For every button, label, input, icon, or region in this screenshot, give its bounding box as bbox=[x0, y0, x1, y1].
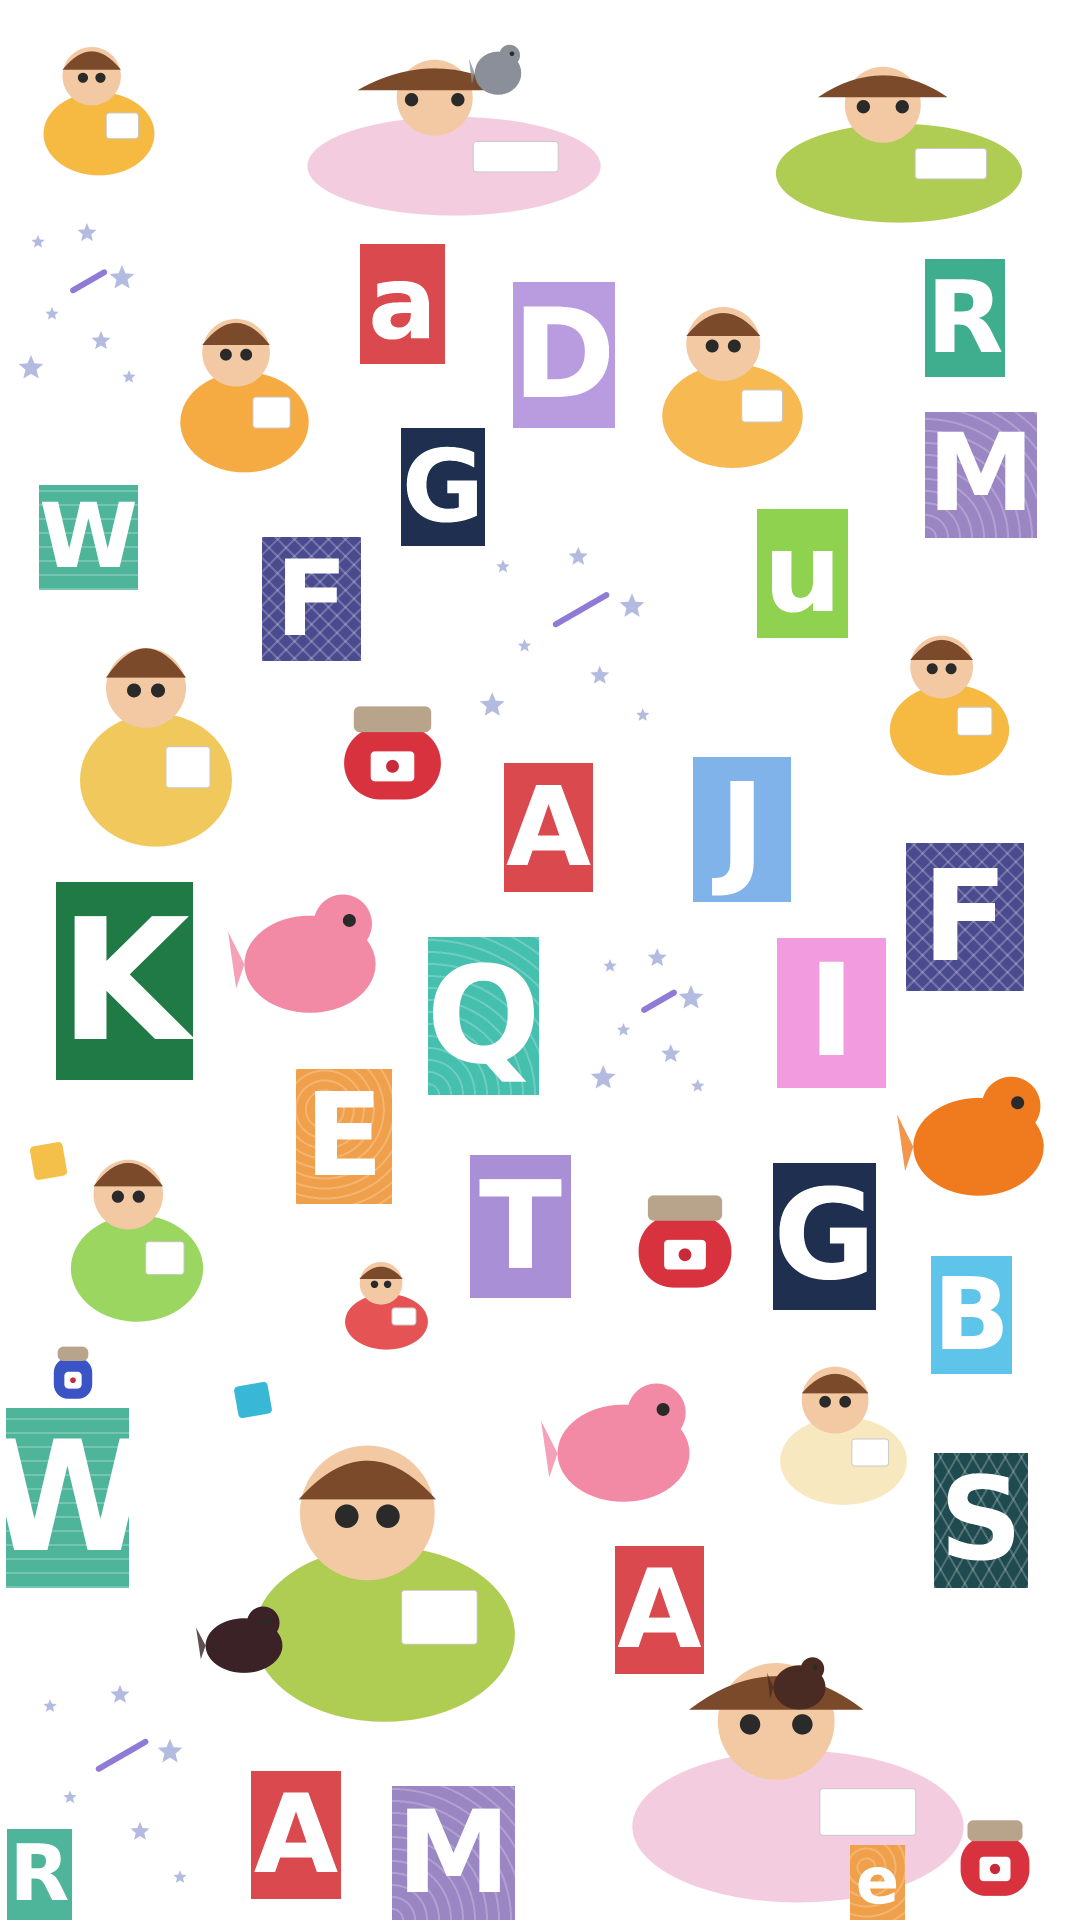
letter-block-p-icon bbox=[234, 1381, 272, 1419]
green-dragon-with-child-icon bbox=[213, 1405, 556, 1742]
magnifier-icon bbox=[49, 1343, 97, 1403]
stars-and-pencils-icon bbox=[583, 942, 718, 1102]
alphabet-wallpaper: aDRGMWFuAJFKQIETGBWSAAMRe bbox=[0, 0, 1080, 1920]
tile-letter: Q bbox=[428, 937, 539, 1094]
letter-tile-f: F bbox=[262, 537, 361, 661]
letter-tile-u: u bbox=[757, 509, 848, 638]
stars-and-pencils-icon bbox=[10, 215, 150, 395]
letter-tile-k: K bbox=[56, 882, 193, 1080]
letter-tile-a: a bbox=[360, 244, 445, 364]
tile-letter: R bbox=[9, 1829, 70, 1919]
tile-letter: W bbox=[39, 485, 138, 589]
boy-reading-sun-book-icon bbox=[760, 1346, 927, 1515]
letter-tile-a: A bbox=[251, 1771, 341, 1899]
letter-block-c-icon bbox=[29, 1142, 68, 1180]
letter-tile-e: E bbox=[296, 1069, 392, 1204]
letter-tile-t: T bbox=[470, 1155, 571, 1298]
tile-letter: B bbox=[933, 1256, 1010, 1373]
letter-tile-s: S bbox=[934, 1453, 1028, 1588]
tile-letter: a bbox=[368, 244, 437, 363]
tile-letter: A bbox=[506, 763, 591, 891]
black-cat-icon bbox=[196, 1591, 292, 1682]
letter-tile-r: R bbox=[925, 259, 1005, 377]
letter-tile-r: R bbox=[7, 1829, 72, 1920]
girl-reading-abc-icon bbox=[871, 611, 1028, 786]
girl-reading-blue-book-icon bbox=[50, 1129, 224, 1334]
girl-sitting-books-icon bbox=[56, 606, 256, 862]
girl-reading-book-icon bbox=[640, 280, 825, 480]
letter-tile-q: Q bbox=[428, 937, 539, 1095]
letter-tile-j: J bbox=[693, 757, 791, 902]
letter-tile-m: M bbox=[925, 412, 1037, 538]
pink-fish-icon bbox=[541, 1356, 706, 1518]
grey-cat-icon bbox=[469, 30, 527, 102]
tile-letter: K bbox=[59, 882, 190, 1079]
letter-tile-a: A bbox=[615, 1546, 704, 1674]
boy-reading-on-dinosaur-icon bbox=[737, 44, 1061, 234]
tile-letter: M bbox=[927, 412, 1035, 537]
brown-cat-icon bbox=[767, 1643, 832, 1717]
letter-tile-f: F bbox=[906, 843, 1024, 991]
letter-tile-g: G bbox=[401, 428, 485, 546]
cherry-jam-jar-icon bbox=[627, 1189, 743, 1295]
tile-letter: A bbox=[253, 1771, 339, 1898]
tile-letter: G bbox=[773, 1163, 876, 1309]
tile-letter: S bbox=[939, 1453, 1023, 1588]
boy-behind-red-book-icon bbox=[332, 1249, 441, 1356]
girl-drawing-icon bbox=[26, 25, 172, 185]
letter-tile-d: D bbox=[513, 282, 615, 428]
tile-letter: D bbox=[513, 282, 615, 427]
letter-tile-m: M bbox=[392, 1786, 515, 1920]
girl-reading-on-unicorn-icon bbox=[261, 37, 647, 227]
tile-letter: T bbox=[479, 1155, 562, 1297]
cherry-jam-jar-icon bbox=[952, 1815, 1038, 1902]
tile-letter: I bbox=[807, 938, 856, 1087]
orange-fox-icon bbox=[897, 1049, 1060, 1212]
tile-letter: e bbox=[855, 1845, 900, 1919]
tile-letter: G bbox=[401, 428, 485, 545]
tile-letter: A bbox=[617, 1546, 702, 1673]
letter-tile-w: W bbox=[6, 1408, 129, 1588]
letter-tile-e: e bbox=[850, 1845, 905, 1920]
tile-letter: u bbox=[763, 509, 842, 637]
letter-tile-a: A bbox=[504, 763, 593, 892]
stars-and-pencils-icon bbox=[460, 537, 675, 735]
tile-letter: E bbox=[304, 1069, 384, 1204]
cherry-jam-jar-icon bbox=[332, 700, 453, 807]
tile-letter: R bbox=[926, 259, 1004, 376]
tile-letter: J bbox=[719, 757, 765, 901]
letter-tile-w: W bbox=[39, 485, 138, 590]
tile-letter: W bbox=[6, 1408, 129, 1587]
letter-tile-i: I bbox=[777, 938, 886, 1088]
tile-letter: M bbox=[396, 1786, 511, 1920]
pink-fish-icon bbox=[228, 867, 392, 1029]
letter-tile-b: B bbox=[931, 1256, 1012, 1374]
tile-letter: F bbox=[922, 843, 1008, 991]
boy-drawing-icon bbox=[160, 291, 329, 484]
tile-letter: F bbox=[275, 537, 348, 661]
letter-tile-g: G bbox=[773, 1163, 876, 1310]
